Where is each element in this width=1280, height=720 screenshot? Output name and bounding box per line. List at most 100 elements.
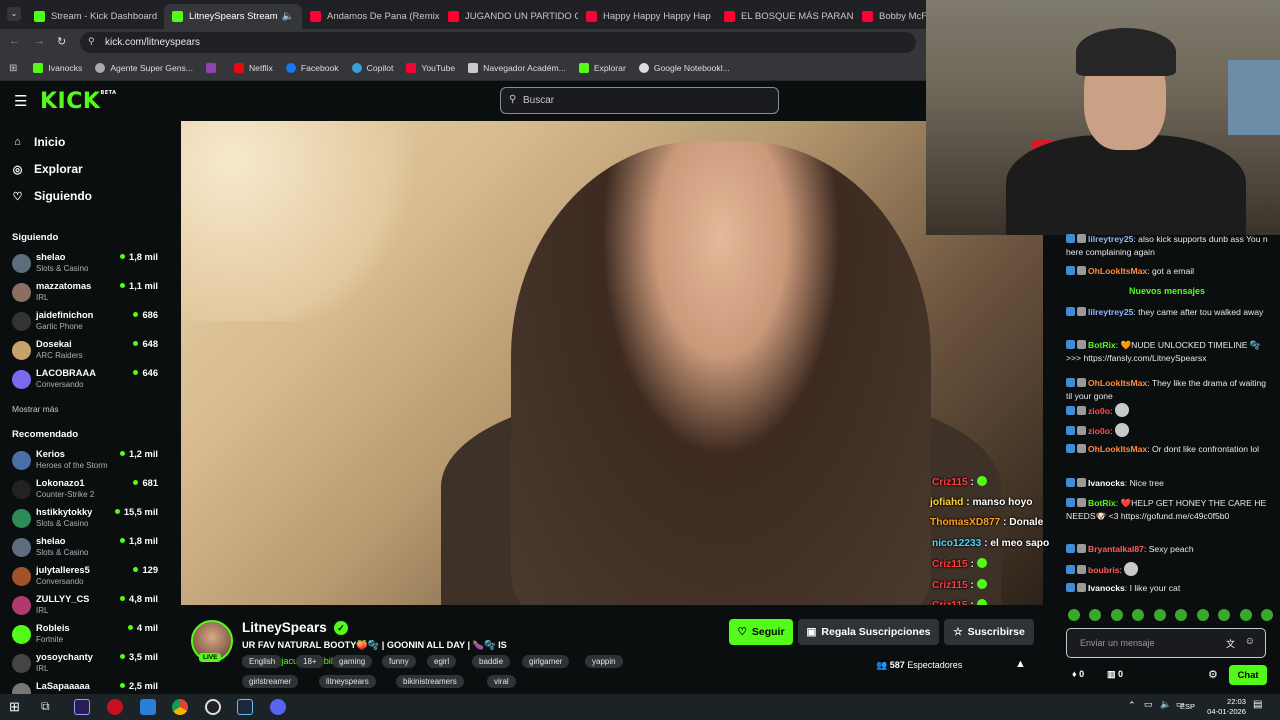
browser-tab[interactable]: Andamos De Pana (Remix✕ xyxy=(302,4,440,29)
apps-icon[interactable]: ⊞ xyxy=(9,63,17,74)
browser-tab[interactable]: EL BOSQUE MÁS PARANO✕ xyxy=(716,4,854,29)
bookmark[interactable]: YouTube xyxy=(406,63,455,73)
points-display[interactable]: ♦ 0 xyxy=(1072,669,1084,679)
bookmark[interactable]: Navegador Académ... xyxy=(468,63,566,73)
tray-network-icon[interactable]: ▭ xyxy=(1144,699,1153,710)
channel-item[interactable]: yosoychanty IRL 3,5 mil xyxy=(12,651,160,679)
emote-icon[interactable] xyxy=(1239,609,1252,621)
folder-icon[interactable] xyxy=(140,699,156,715)
subscribe-button[interactable]: ☆ Suscribirse xyxy=(944,619,1034,645)
stream-tag[interactable]: litneyspears xyxy=(319,675,376,688)
stream-tag[interactable]: baddie xyxy=(472,655,511,668)
channel-item[interactable]: julytalleres5 Conversando 129 xyxy=(12,564,160,592)
channel-item[interactable]: mazzatomas IRL 1,1 mil xyxy=(12,280,160,308)
emote-icon[interactable] xyxy=(1196,609,1209,621)
after-effects-icon[interactable] xyxy=(74,699,90,715)
bookmark[interactable]: Facebook xyxy=(285,63,339,73)
stream-tag[interactable]: yappin xyxy=(585,655,623,668)
settings-icon[interactable]: ⚙ xyxy=(1208,668,1218,681)
channel-item[interactable]: LACOBRAAA Conversando 646 xyxy=(12,367,160,395)
discord-icon[interactable] xyxy=(270,699,286,715)
chat-username[interactable]: BotRix xyxy=(1088,498,1116,508)
emote-icon[interactable] xyxy=(1175,609,1188,621)
video-player[interactable] xyxy=(181,121,1043,605)
notification-icon[interactable]: ▤ xyxy=(1253,699,1262,710)
chat-username[interactable]: Bryantalkal87 xyxy=(1088,544,1144,554)
follow-button[interactable]: ♡ Seguir xyxy=(729,619,793,645)
opera-icon[interactable] xyxy=(107,699,123,715)
site-info-icon[interactable]: ⚲ xyxy=(88,36,95,47)
stream-tag[interactable]: girlgamer xyxy=(522,655,570,668)
bookmark[interactable]: Explorar xyxy=(578,63,626,73)
chat-username[interactable]: OhLookItsMax xyxy=(1088,444,1147,454)
channel-item[interactable]: shelao Slots & Casino 1,8 mil xyxy=(12,535,160,563)
back-icon[interactable]: ← xyxy=(9,35,20,47)
chrome-icon[interactable] xyxy=(172,699,188,715)
browser-tab[interactable]: JUGANDO UN PARTIDO C✕ xyxy=(440,4,578,29)
browser-tab-active[interactable]: LitneySpears Stream🔈✕ xyxy=(164,4,302,29)
stream-tag[interactable]: girlstreamer xyxy=(242,675,299,688)
chat-username[interactable]: BotRix xyxy=(1088,340,1116,350)
bookmark[interactable]: Google Notebookl... xyxy=(638,63,730,73)
stream-tag[interactable]: 18+ xyxy=(296,655,324,668)
menu-icon[interactable]: ☰ xyxy=(14,92,27,110)
chat-username[interactable]: OhLookItsMax xyxy=(1088,378,1147,388)
stream-tag[interactable]: egirl xyxy=(427,655,457,668)
windows-start-icon[interactable]: ⊞ xyxy=(9,699,20,715)
emote-icon[interactable] xyxy=(1089,609,1102,621)
chat-username[interactable]: Ivanocks xyxy=(1088,583,1125,593)
url-field[interactable]: ⚲ kick.com/litneyspears xyxy=(80,32,916,53)
tray-volume-icon[interactable]: 🔈 xyxy=(1160,699,1171,710)
report-icon[interactable]: ▲ xyxy=(1015,658,1026,670)
chat-username[interactable]: zio0o xyxy=(1088,406,1110,416)
browser-tab[interactable]: Stream - Kick Dashboard✕ xyxy=(26,4,164,29)
emote-icon[interactable] xyxy=(1260,609,1273,621)
channel-item[interactable]: ZULLYY_CS IRL 4,8 mil xyxy=(12,593,160,621)
obs-icon[interactable] xyxy=(205,699,221,715)
channel-item[interactable]: Dosekai ARC Raiders 648 xyxy=(12,338,160,366)
bookmark[interactable] xyxy=(205,63,221,73)
nav-inicio[interactable]: ⌂ Inicio xyxy=(12,135,65,149)
bookmark[interactable]: Agente Super Gens... xyxy=(95,63,193,73)
tray-chevron-icon[interactable]: ⌃ xyxy=(1128,700,1136,711)
chat-username[interactable]: boubris xyxy=(1088,565,1120,575)
new-messages-divider[interactable]: Nuevos mensajes xyxy=(1062,286,1272,296)
show-more-link[interactable]: Mostrar más xyxy=(12,404,59,414)
task-view-icon[interactable]: ⧉ xyxy=(41,699,50,714)
browser-tab[interactable]: Bobby McFer xyxy=(854,4,926,29)
bookmark[interactable]: Copilot xyxy=(351,63,393,73)
emote-icon[interactable] xyxy=(1218,609,1231,621)
chat-username[interactable]: OhLookItsMax xyxy=(1088,266,1147,276)
chat-username[interactable]: lilreytrey25 xyxy=(1088,234,1133,244)
emote-icon[interactable] xyxy=(1153,609,1166,621)
steam-icon[interactable] xyxy=(237,699,253,715)
streamer-name[interactable]: LitneySpears xyxy=(242,620,327,635)
clock[interactable]: 22:03 04-01-2026 xyxy=(1207,697,1246,717)
stream-tag[interactable]: English xyxy=(242,655,283,668)
channel-item[interactable]: jaidefinichon Gartic Phone 686 xyxy=(12,309,160,337)
kick-logo[interactable]: KICKBETA xyxy=(40,89,117,114)
emote-icon[interactable] xyxy=(1110,609,1123,621)
channel-item[interactable]: Lokonazo1 Counter-Strike 2 681 xyxy=(12,477,160,505)
gift-subs-button[interactable]: ▣ Regala Suscripciones xyxy=(798,619,939,645)
language-indicator[interactable]: ESP xyxy=(1180,702,1195,711)
nav-siguiendo[interactable]: ♡ Siguiendo xyxy=(12,189,92,203)
forward-icon[interactable]: → xyxy=(34,35,45,47)
chat-username[interactable]: Ivanocks xyxy=(1088,478,1125,488)
channel-item[interactable]: hstikkytokky Slots & Casino 15,5 mil xyxy=(12,506,160,534)
stream-tag[interactable]: funny xyxy=(382,655,416,668)
channel-item[interactable]: shelao Slots & Casino 1,8 mil xyxy=(12,251,160,279)
channel-item[interactable]: Kerios Heroes of the Storm 1,2 mil xyxy=(12,448,160,476)
stream-tag[interactable]: bikinistreamers xyxy=(396,675,464,688)
emote-icon[interactable] xyxy=(1132,609,1145,621)
close-icon[interactable]: ✕ xyxy=(157,11,164,22)
send-chat-button[interactable]: Chat xyxy=(1229,665,1267,685)
search-input[interactable]: ⚲ Buscar xyxy=(500,87,779,114)
stream-tag[interactable]: gaming xyxy=(332,655,373,668)
channel-item[interactable]: Robleis Fortnite 4 mil xyxy=(12,622,160,650)
chat-input[interactable]: Enviar un mensaje 文 ☺ xyxy=(1066,628,1266,658)
translate-icon[interactable]: 文 xyxy=(1226,637,1235,650)
chat-username[interactable]: lilreytrey25 xyxy=(1088,307,1133,317)
chat-username[interactable]: zio0o xyxy=(1088,426,1110,436)
stream-tag[interactable]: viral xyxy=(487,675,516,688)
